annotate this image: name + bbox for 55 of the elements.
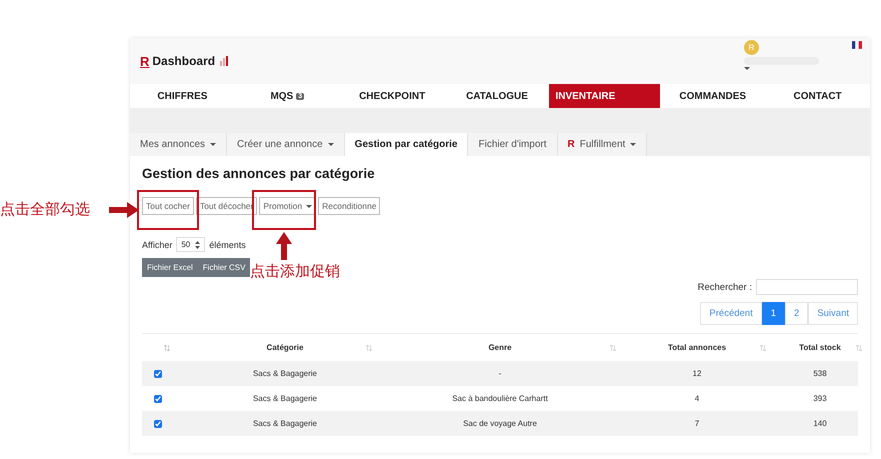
table-cell: 4 xyxy=(694,394,700,403)
page-title: Gestion des annonces par catégorie xyxy=(142,166,376,181)
annotation-text: 点击添加促销 xyxy=(250,262,340,281)
row-checkbox[interactable] xyxy=(154,394,162,402)
action-button[interactable]: Tout décocher xyxy=(196,197,258,215)
nav-tab[interactable]: CHIFFRES xyxy=(130,84,235,108)
sub-tab[interactable]: Fichier d'import xyxy=(468,133,558,156)
flag-icon[interactable] xyxy=(852,41,862,49)
table-cell: Sacs & Bagagerie xyxy=(252,369,318,378)
table-cell: Sac à bandoulière Carhartt xyxy=(452,394,548,403)
row-checkbox[interactable] xyxy=(154,370,162,378)
table-cell: 140 xyxy=(813,419,827,428)
pagination-link[interactable]: 1 xyxy=(762,302,786,325)
caret-icon[interactable] xyxy=(744,67,750,70)
brand-name: Dashboard xyxy=(152,54,216,68)
arrow-icon xyxy=(109,202,139,218)
action-button[interactable]: Tout cocher xyxy=(142,197,194,215)
table-cell: Sac de voyage Autre xyxy=(463,419,537,428)
row-checkbox[interactable] xyxy=(154,420,162,428)
sub-tab[interactable]: Mes annonces xyxy=(130,133,228,156)
export-button[interactable]: Fichier CSV xyxy=(198,258,250,277)
table-cell: Sacs & Bagagerie xyxy=(252,419,318,428)
nav-tab[interactable]: INVENTAIRE xyxy=(549,84,660,108)
column-header[interactable]: Total annonces xyxy=(668,343,726,352)
column-header[interactable]: Catégorie xyxy=(266,343,304,352)
sub-tab[interactable]: Créer une annonce xyxy=(227,133,345,156)
highlight-frame xyxy=(252,190,316,230)
nav-tab[interactable]: CHECKPOINT xyxy=(340,84,445,108)
nav-tab[interactable]: COMMANDES xyxy=(660,84,766,108)
action-button[interactable]: Promotion xyxy=(259,197,316,215)
table-cell: 12 xyxy=(692,369,702,378)
chart-icon xyxy=(220,56,228,66)
sub-tab[interactable]: Gestion par catégorie xyxy=(344,133,468,156)
search-label: Rechercher : xyxy=(698,282,752,292)
action-button[interactable]: Reconditionne xyxy=(318,197,380,215)
table-cell: Sacs & Bagagerie xyxy=(252,394,318,403)
arrow-icon xyxy=(276,232,292,260)
table-cell: 393 xyxy=(813,394,827,403)
nav-tab[interactable]: CONTACT xyxy=(765,84,870,108)
column-header[interactable]: Total stock xyxy=(799,343,841,352)
column-header[interactable]: Genre xyxy=(488,343,512,352)
annotation-text: 点击全部勾选 xyxy=(0,200,90,219)
brand-logo: R xyxy=(140,54,150,68)
highlight-frame xyxy=(137,190,199,230)
export-button[interactable]: Fichier Excel xyxy=(142,258,198,277)
show-label: Afficher xyxy=(142,240,172,250)
table-cell: - xyxy=(498,369,502,378)
elements-label: éléments xyxy=(209,240,246,250)
spinner-icon[interactable] xyxy=(195,240,200,248)
table-cell: 538 xyxy=(813,369,827,378)
sub-tab[interactable]: R Fulfillment xyxy=(558,133,648,156)
page-size-select[interactable]: 50 xyxy=(176,237,206,252)
search-field[interactable] xyxy=(756,279,858,295)
nav-tab[interactable]: CATALOGUE xyxy=(444,84,550,108)
table-cell: 7 xyxy=(694,419,700,428)
